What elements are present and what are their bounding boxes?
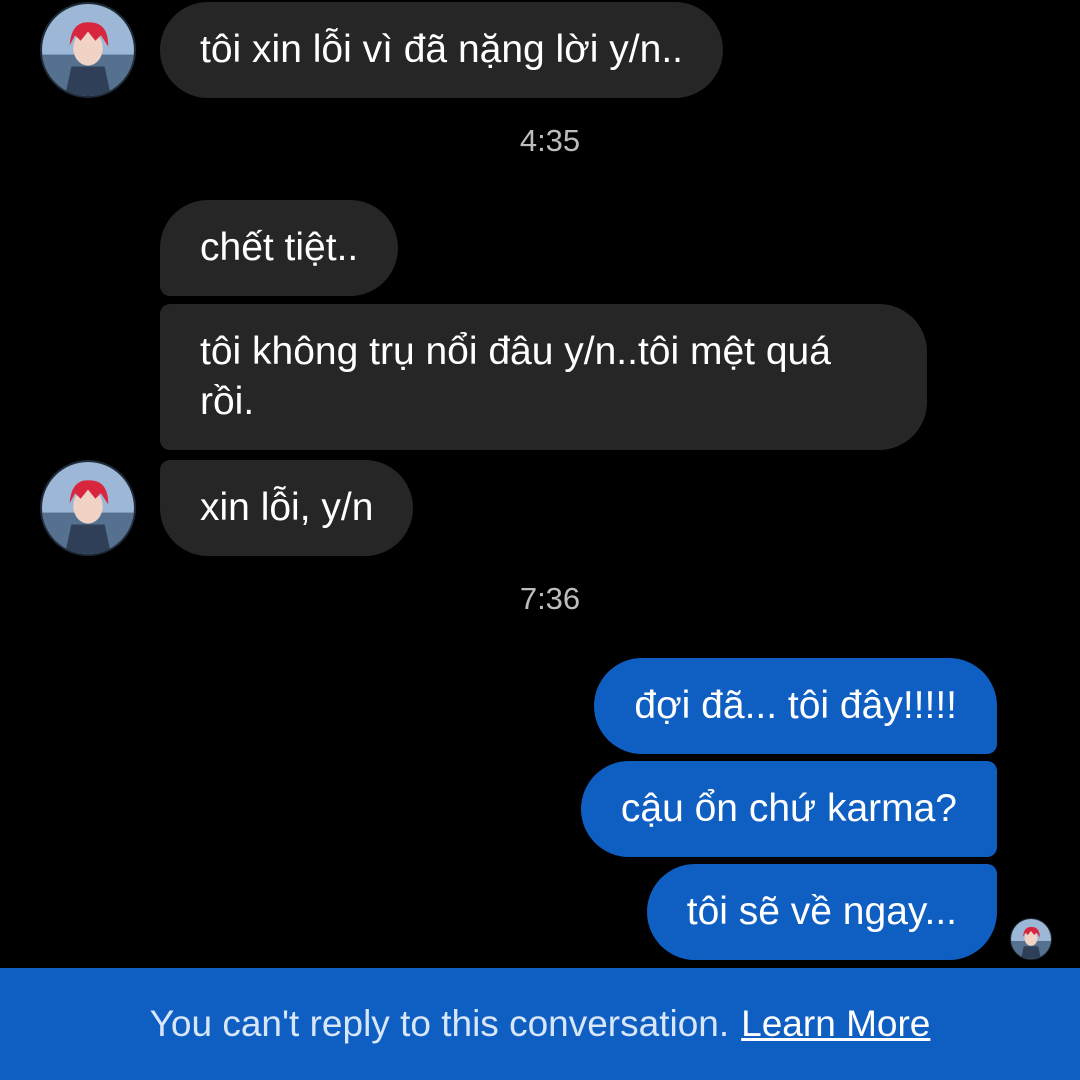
message-thread[interactable]: tôi xin lỗi vì đã nặng lời y/n.. 4:35 ch…: [0, 0, 1080, 968]
reply-disabled-notice: You can't reply to this conversation.: [149, 1003, 730, 1044]
timestamp: 7:36: [519, 581, 581, 616]
message-bubble-incoming[interactable]: chết tiệt..: [160, 200, 399, 296]
timestamp: 4:35: [519, 123, 581, 158]
contact-avatar[interactable]: [40, 2, 136, 98]
message-bubble-incoming[interactable]: tôi xin lỗi vì đã nặng lời y/n..: [160, 2, 723, 98]
avatar-icon: [1011, 919, 1051, 959]
avatar-icon: [42, 462, 134, 554]
learn-more-link[interactable]: Learn More: [741, 1003, 930, 1045]
reply-disabled-banner: You can't reply to this conversation. Le…: [0, 968, 1080, 1080]
seen-receipt-avatar: [1010, 918, 1052, 960]
message-bubble-outgoing[interactable]: đợi đã... tôi đây!!!!!: [594, 658, 997, 754]
avatar-icon: [42, 4, 134, 96]
message-bubble-outgoing[interactable]: cậu ổn chứ karma?: [580, 761, 997, 857]
contact-avatar[interactable]: [40, 460, 136, 556]
message-bubble-outgoing[interactable]: tôi sẽ về ngay...: [646, 864, 997, 960]
message-bubble-incoming[interactable]: xin lỗi, y/n: [160, 460, 414, 556]
message-bubble-incoming[interactable]: tôi không trụ nổi đâu y/n..tôi mệt quá r…: [160, 304, 927, 450]
